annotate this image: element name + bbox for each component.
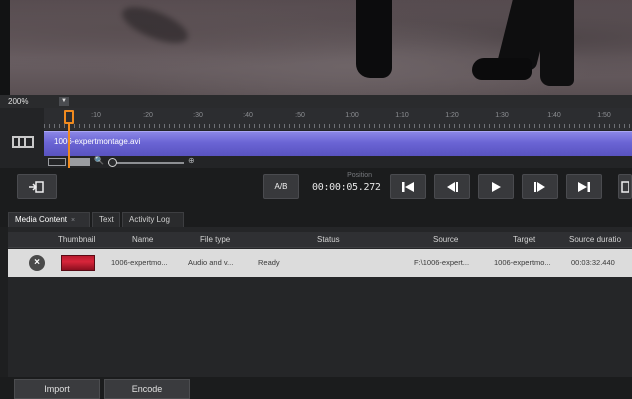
timeline-tools: 🔍 ⊕ bbox=[44, 156, 244, 167]
ruler-tick: :40 bbox=[243, 112, 253, 119]
zoom-slider[interactable] bbox=[108, 162, 184, 164]
previous-frame-button[interactable] bbox=[434, 174, 470, 199]
next-frame-button[interactable] bbox=[522, 174, 558, 199]
table-row[interactable]: × 1006-expertmo... Audio and v... Ready … bbox=[8, 249, 632, 277]
panel-tabs: Media Content × Text Activity Log bbox=[0, 205, 632, 227]
ruler-tick: :10 bbox=[91, 112, 101, 119]
zoom-out-icon[interactable]: 🔍 bbox=[94, 156, 104, 165]
tab-media-content[interactable]: Media Content × bbox=[8, 212, 90, 227]
video-track-icon[interactable] bbox=[12, 136, 34, 148]
column-header-thumbnail[interactable]: Thumbnail bbox=[58, 235, 95, 244]
column-header-source-duration[interactable]: Source duratio bbox=[569, 235, 621, 244]
encode-button[interactable]: Encode bbox=[104, 379, 190, 399]
ruler-tick: :50 bbox=[295, 112, 305, 119]
cell-status: Ready bbox=[258, 258, 280, 267]
chevron-down-icon[interactable]: ▼ bbox=[59, 97, 69, 106]
preview-figure-leg bbox=[356, 0, 392, 78]
insert-marker-button[interactable] bbox=[17, 174, 57, 199]
cell-source: F:\1006-expert... bbox=[414, 258, 470, 267]
zoom-slider-knob[interactable] bbox=[108, 158, 117, 167]
ab-compare-button[interactable]: A/B bbox=[263, 174, 299, 199]
column-header-name[interactable]: Name bbox=[132, 235, 153, 244]
skip-start-icon bbox=[402, 182, 414, 192]
zoom-select[interactable]: 200% ▼ bbox=[8, 96, 70, 107]
cell-name: 1006-expertmo... bbox=[111, 258, 168, 267]
media-content-panel: Thumbnail Name File type Status Source T… bbox=[8, 227, 632, 377]
playhead-handle[interactable] bbox=[64, 110, 74, 124]
ruler-tick: 1:00 bbox=[345, 112, 359, 119]
position-timecode: 00:00:05.272 bbox=[312, 182, 381, 193]
preview-figure-leg-right bbox=[540, 0, 574, 86]
column-header-file-type[interactable]: File type bbox=[200, 235, 230, 244]
ruler-tick: 1:10 bbox=[395, 112, 409, 119]
track-height-icon[interactable] bbox=[70, 158, 90, 166]
thumbnail-image bbox=[61, 255, 95, 271]
column-header-source[interactable]: Source bbox=[433, 235, 458, 244]
ruler-dots bbox=[44, 124, 632, 128]
zoom-in-icon[interactable]: ⊕ bbox=[188, 156, 195, 165]
tab-label: Activity Log bbox=[129, 215, 170, 224]
ruler-tick: :30 bbox=[193, 112, 203, 119]
skip-end-icon bbox=[578, 182, 590, 192]
timeline[interactable]: :10 :20 :30 :40 :50 1:00 1:10 1:20 1:30 … bbox=[0, 108, 632, 172]
step-back-icon bbox=[447, 182, 458, 192]
cell-file-type: Audio and v... bbox=[188, 258, 234, 267]
tab-activity-log[interactable]: Activity Log bbox=[122, 212, 184, 227]
tab-label: Text bbox=[99, 215, 114, 224]
close-icon[interactable]: × bbox=[71, 217, 75, 224]
ruler-tick: 1:30 bbox=[495, 112, 509, 119]
ruler-tick: 1:20 bbox=[445, 112, 459, 119]
play-icon bbox=[492, 182, 501, 192]
ruler-tick: 1:50 bbox=[597, 112, 611, 119]
fullscreen-button[interactable] bbox=[618, 174, 632, 199]
bottom-toolbar: Import Encode bbox=[0, 377, 632, 399]
column-header-status[interactable]: Status bbox=[317, 235, 340, 244]
go-to-end-button[interactable] bbox=[566, 174, 602, 199]
step-forward-icon bbox=[534, 182, 545, 192]
cell-target: 1006-expertmo... bbox=[494, 258, 551, 267]
table-header: Thumbnail Name File type Status Source T… bbox=[8, 232, 632, 248]
tab-label: Media Content bbox=[15, 215, 68, 224]
preview-edge bbox=[0, 0, 10, 95]
ruler-tick: :20 bbox=[143, 112, 153, 119]
tab-text[interactable]: Text bbox=[92, 212, 120, 227]
remove-item-icon[interactable]: × bbox=[29, 255, 45, 271]
go-to-start-button[interactable] bbox=[390, 174, 426, 199]
column-header-target[interactable]: Target bbox=[513, 235, 535, 244]
video-preview bbox=[0, 0, 632, 95]
preview-figure-foot bbox=[472, 0, 592, 85]
position-label: Position bbox=[347, 172, 372, 179]
timeline-ruler[interactable]: :10 :20 :30 :40 :50 1:00 1:10 1:20 1:30 … bbox=[44, 108, 632, 130]
play-button[interactable] bbox=[478, 174, 514, 199]
import-button[interactable]: Import bbox=[14, 379, 100, 399]
screen-icon bbox=[621, 181, 629, 193]
timeline-clip[interactable]: 1006-expertmontage.avi bbox=[44, 131, 632, 156]
insert-marker-icon bbox=[29, 181, 44, 193]
ruler-tick: 1:40 bbox=[547, 112, 561, 119]
fit-view-icon[interactable] bbox=[48, 158, 66, 166]
zoom-bar: 200% ▼ bbox=[0, 95, 632, 108]
cell-duration: 00:03:32.440 bbox=[571, 258, 615, 267]
preview-shadow bbox=[117, 0, 193, 51]
zoom-value: 200% bbox=[8, 97, 29, 106]
